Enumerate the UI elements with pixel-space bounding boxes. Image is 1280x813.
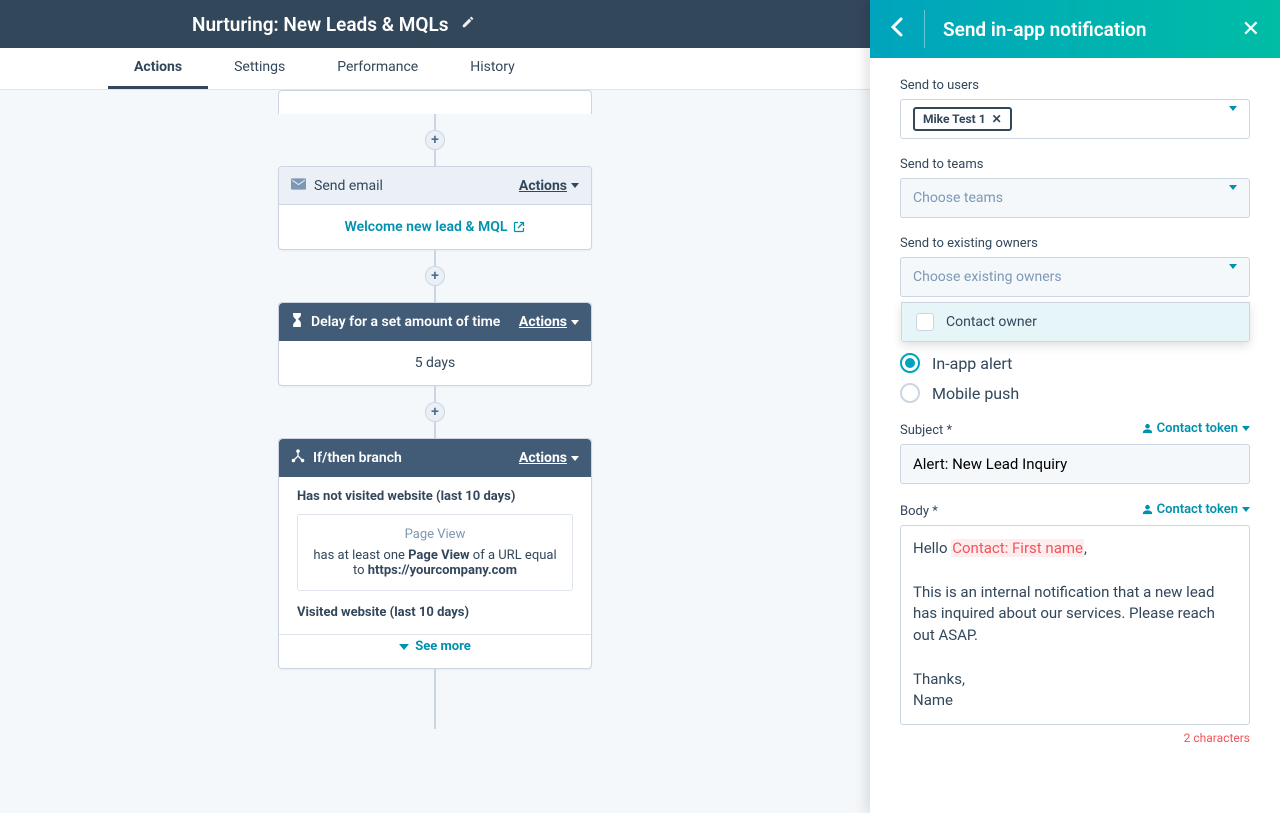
branch-option-a-title: Has not visited website (last 10 days) (297, 489, 573, 504)
checkbox[interactable] (916, 313, 934, 331)
card-title: Send email (314, 178, 383, 194)
body-editor[interactable]: Hello Contact: First name, This is an in… (900, 525, 1250, 725)
add-step-button[interactable]: + (425, 130, 445, 150)
subject-input[interactable] (900, 444, 1250, 484)
card-header: If/then branch Actions (279, 439, 591, 477)
card-title: If/then branch (313, 450, 402, 466)
card-header: Delay for a set amount of time Actions (279, 303, 591, 341)
email-link[interactable]: Welcome new lead & MQL (345, 219, 526, 235)
send-users-label: Send to users (900, 78, 1250, 93)
tab-performance[interactable]: Performance (311, 48, 444, 89)
radio-mobile-push[interactable]: Mobile push (900, 383, 1250, 403)
back-button[interactable] (890, 16, 912, 42)
side-panel: Send in-app notification ✕ Send to users… (870, 0, 1280, 813)
close-panel-button[interactable]: ✕ (1242, 17, 1260, 42)
card-cutoff (278, 90, 592, 114)
add-step-button[interactable]: + (425, 266, 445, 286)
body-token[interactable]: Contact: First name (951, 539, 1084, 557)
criteria-heading: Page View (310, 527, 560, 542)
tab-settings[interactable]: Settings (208, 48, 311, 89)
subject-label: Subject (900, 423, 952, 438)
workflow-canvas[interactable]: + Send email Actions Welcome new lead & … (0, 90, 870, 813)
panel-body: Send to users Mike Test 1 ✕ Send to team… (870, 58, 1280, 813)
card-actions-menu[interactable]: Actions (519, 314, 579, 330)
send-users-select[interactable]: Mike Test 1 ✕ (900, 99, 1250, 139)
contact-token-button-body[interactable]: Contact token (1142, 502, 1250, 517)
card-title: Delay for a set amount of time (311, 314, 500, 330)
card-if-then-branch[interactable]: If/then branch Actions Has not visited w… (278, 438, 592, 669)
owners-dropdown: Contact owner (901, 302, 1250, 342)
remove-chip-icon[interactable]: ✕ (992, 112, 1002, 126)
tabs-bar: Actions Settings Performance History (0, 48, 870, 90)
app-header: Nurturing: New Leads & MQLs (0, 0, 870, 48)
card-delay[interactable]: Delay for a set amount of time Actions 5… (278, 302, 592, 386)
hourglass-icon (291, 313, 303, 331)
chevron-down-icon (1242, 507, 1250, 512)
connector (434, 250, 436, 266)
add-step-button[interactable]: + (425, 402, 445, 422)
contact-token-button-subject[interactable]: Contact token (1142, 421, 1250, 436)
send-teams-select[interactable]: Choose teams (900, 178, 1250, 218)
branch-body: Has not visited website (last 10 days) P… (279, 477, 591, 668)
branch-option-b-title: Visited website (last 10 days) (297, 605, 573, 620)
connector (434, 286, 436, 302)
connector (434, 386, 436, 402)
branch-icon (291, 449, 305, 467)
chevron-down-icon (1229, 269, 1237, 285)
send-teams-label: Send to teams (900, 157, 1250, 172)
card-actions-menu[interactable]: Actions (519, 450, 579, 466)
user-chip: Mike Test 1 ✕ (913, 107, 1012, 131)
connector (434, 150, 436, 166)
edit-title-icon[interactable] (461, 15, 475, 33)
tab-actions[interactable]: Actions (108, 48, 208, 89)
radio-in-app-alert[interactable]: In-app alert (900, 353, 1250, 373)
chevron-down-icon (1229, 190, 1237, 206)
radio-button[interactable] (900, 353, 920, 373)
tab-history[interactable]: History (444, 48, 541, 89)
connector (434, 422, 436, 438)
send-owners-select[interactable]: Choose existing owners Contact owner (900, 257, 1250, 297)
chevron-down-icon (1242, 426, 1250, 431)
body-label: Body (900, 504, 938, 519)
radio-button[interactable] (900, 383, 920, 403)
divider (924, 10, 925, 48)
chevron-down-icon (1229, 111, 1237, 127)
mail-icon (291, 178, 306, 194)
panel-title: Send in-app notification (943, 18, 1242, 41)
see-more-button[interactable]: See more (297, 635, 573, 656)
card-header: Send email Actions (279, 167, 591, 205)
connector (434, 669, 436, 729)
chevron-down-icon (399, 644, 409, 650)
owner-option-contact-owner[interactable]: Contact owner (902, 303, 1249, 341)
workflow-title: Nurturing: New Leads & MQLs (192, 13, 449, 36)
connector (434, 114, 436, 130)
panel-header: Send in-app notification ✕ (870, 0, 1280, 58)
send-owners-label: Send to existing owners (900, 236, 1250, 251)
card-send-email[interactable]: Send email Actions Welcome new lead & MQ… (278, 166, 592, 250)
card-actions-menu[interactable]: Actions (519, 178, 579, 194)
delay-value: 5 days (279, 341, 591, 385)
char-counter: 2 characters (900, 731, 1250, 745)
criteria-box[interactable]: Page View has at least one Page View of … (297, 514, 573, 591)
